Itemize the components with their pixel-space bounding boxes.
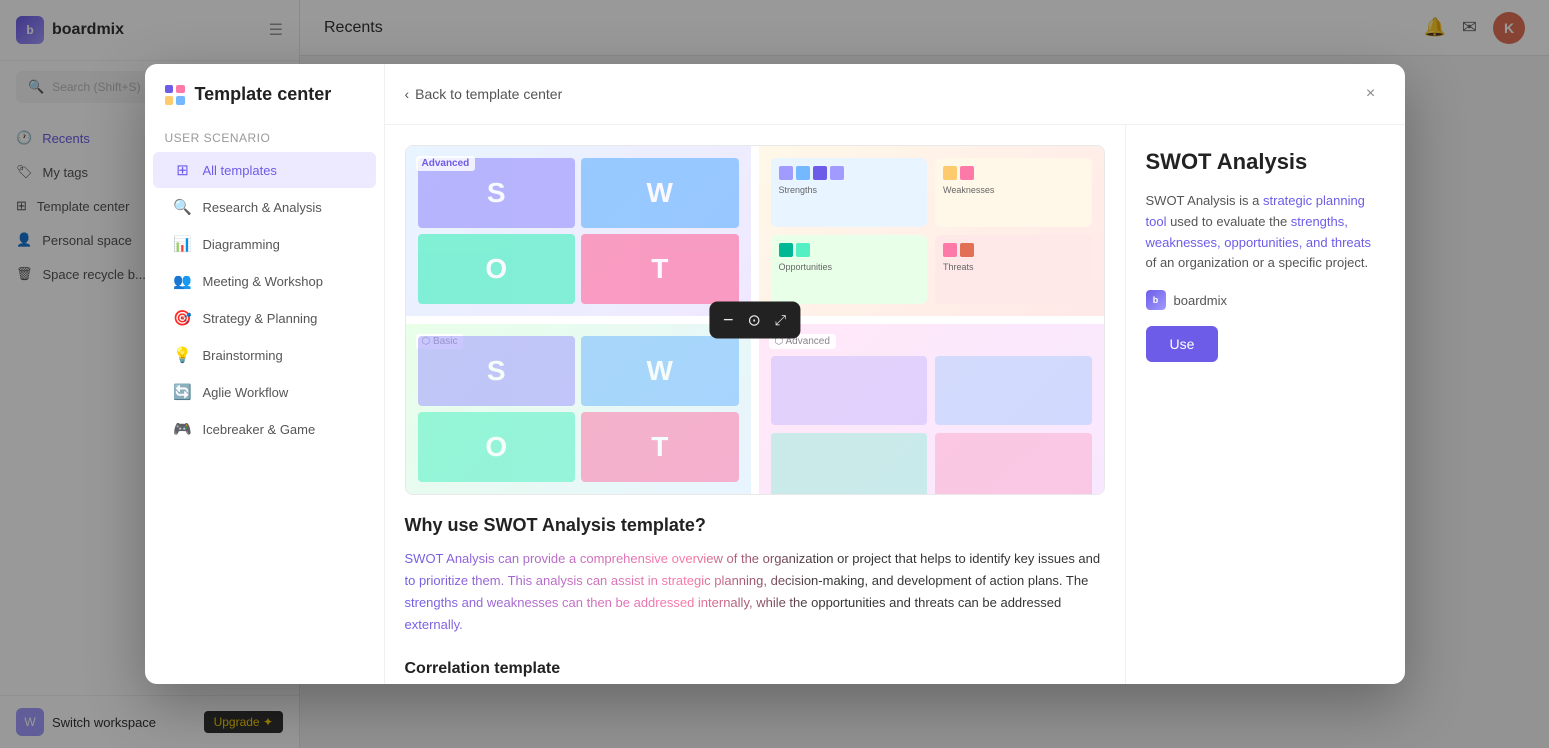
zoom-out-button[interactable]: − — [723, 310, 734, 331]
author-name: boardmix — [1174, 293, 1227, 308]
agile-icon: 🔄 — [173, 383, 193, 401]
modal-nav-strategy[interactable]: 🎯 Strategy & Planning — [153, 300, 376, 336]
modal-nav-agile[interactable]: 🔄 Aglie Workflow — [153, 374, 376, 410]
template-description: SWOT Analysis is a strategic planning to… — [1146, 191, 1385, 274]
zoom-controls: − ⊙ ⤢ — [709, 302, 800, 339]
related-section: Correlation template — [405, 660, 1105, 684]
swot-t-cell: T — [581, 234, 739, 304]
template-title: SWOT Analysis — [1146, 149, 1385, 175]
all-templates-icon: ⊞ — [173, 161, 193, 179]
meeting-icon: 👥 — [173, 272, 193, 290]
nav-label: All templates — [203, 163, 277, 178]
related-title: Correlation template — [405, 660, 1105, 678]
template-modal: Template center User scenario ⊞ All temp… — [145, 64, 1405, 684]
preview-bottom-right: ⬡ Advanced — [759, 324, 1104, 494]
modal-body: S W O T Advanced — [385, 125, 1405, 684]
modal-title: Template center — [145, 84, 384, 121]
modal-main: ‹ Back to template center × S W O T — [385, 64, 1405, 684]
nav-label: Icebreaker & Game — [203, 422, 316, 437]
nav-label: Meeting & Workshop — [203, 274, 323, 289]
modal-nav-all-templates[interactable]: ⊞ All templates — [153, 152, 376, 188]
template-preview-area: S W O T Advanced — [385, 125, 1125, 684]
modal-sidebar: Template center User scenario ⊞ All temp… — [145, 64, 385, 684]
why-section: Why use SWOT Analysis template? SWOT Ana… — [405, 515, 1105, 636]
swot-o-cell: O — [418, 234, 576, 304]
brainstorming-icon: 💡 — [173, 346, 193, 364]
back-label: Back to template center — [415, 86, 562, 102]
swot-w-cell: W — [581, 158, 739, 228]
why-section-title: Why use SWOT Analysis template? — [405, 515, 1105, 536]
desc-part-1: SWOT Analysis is a — [1146, 193, 1264, 208]
nav-label: Diagramming — [203, 237, 280, 252]
boardmix-logo-small: b — [1146, 290, 1166, 310]
desc-part-3: of an organization or a specific project… — [1146, 255, 1369, 270]
modal-nav-diagramming[interactable]: 📊 Diagramming — [153, 226, 376, 262]
nav-label: Strategy & Planning — [203, 311, 318, 326]
nav-label: Aglie Workflow — [203, 385, 289, 400]
preview-top-left: S W O T Advanced — [406, 146, 751, 316]
modal-header: ‹ Back to template center × — [385, 64, 1405, 125]
modal-nav-research[interactable]: 🔍 Research & Analysis — [153, 189, 376, 225]
close-button[interactable]: × — [1357, 80, 1385, 108]
template-info-panel: SWOT Analysis SWOT Analysis is a strateg… — [1125, 125, 1405, 684]
nav-label: Brainstorming — [203, 348, 283, 363]
back-chevron-icon: ‹ — [405, 86, 410, 102]
diagramming-icon: 📊 — [173, 235, 193, 253]
author-tag: b boardmix — [1146, 290, 1385, 310]
preview-top-right: Strengths Weaknesses Opportunities — [759, 146, 1104, 316]
strategy-icon: 🎯 — [173, 309, 193, 327]
research-icon: 🔍 — [173, 198, 193, 216]
zoom-reset-button[interactable]: ⊙ — [747, 310, 760, 330]
back-button[interactable]: ‹ Back to template center — [405, 86, 563, 102]
nav-label: Research & Analysis — [203, 200, 322, 215]
why-section-text: SWOT Analysis can provide a comprehensiv… — [405, 548, 1105, 636]
zoom-fullscreen-button[interactable]: ⤢ — [775, 312, 786, 329]
template-center-icon — [165, 85, 185, 105]
template-preview-grid: S W O T Advanced — [405, 145, 1105, 495]
section-label: User scenario — [145, 121, 384, 151]
desc-part-2: used to evaluate the — [1166, 214, 1290, 229]
icebreaker-icon: 🎮 — [173, 420, 193, 438]
modal-nav-icebreaker[interactable]: 🎮 Icebreaker & Game — [153, 411, 376, 447]
use-template-button[interactable]: Use — [1146, 326, 1219, 362]
preview-bottom-left: ⬡ Basic S W O T — [406, 324, 751, 494]
modal-nav-meeting[interactable]: 👥 Meeting & Workshop — [153, 263, 376, 299]
modal-nav-brainstorming[interactable]: 💡 Brainstorming — [153, 337, 376, 373]
